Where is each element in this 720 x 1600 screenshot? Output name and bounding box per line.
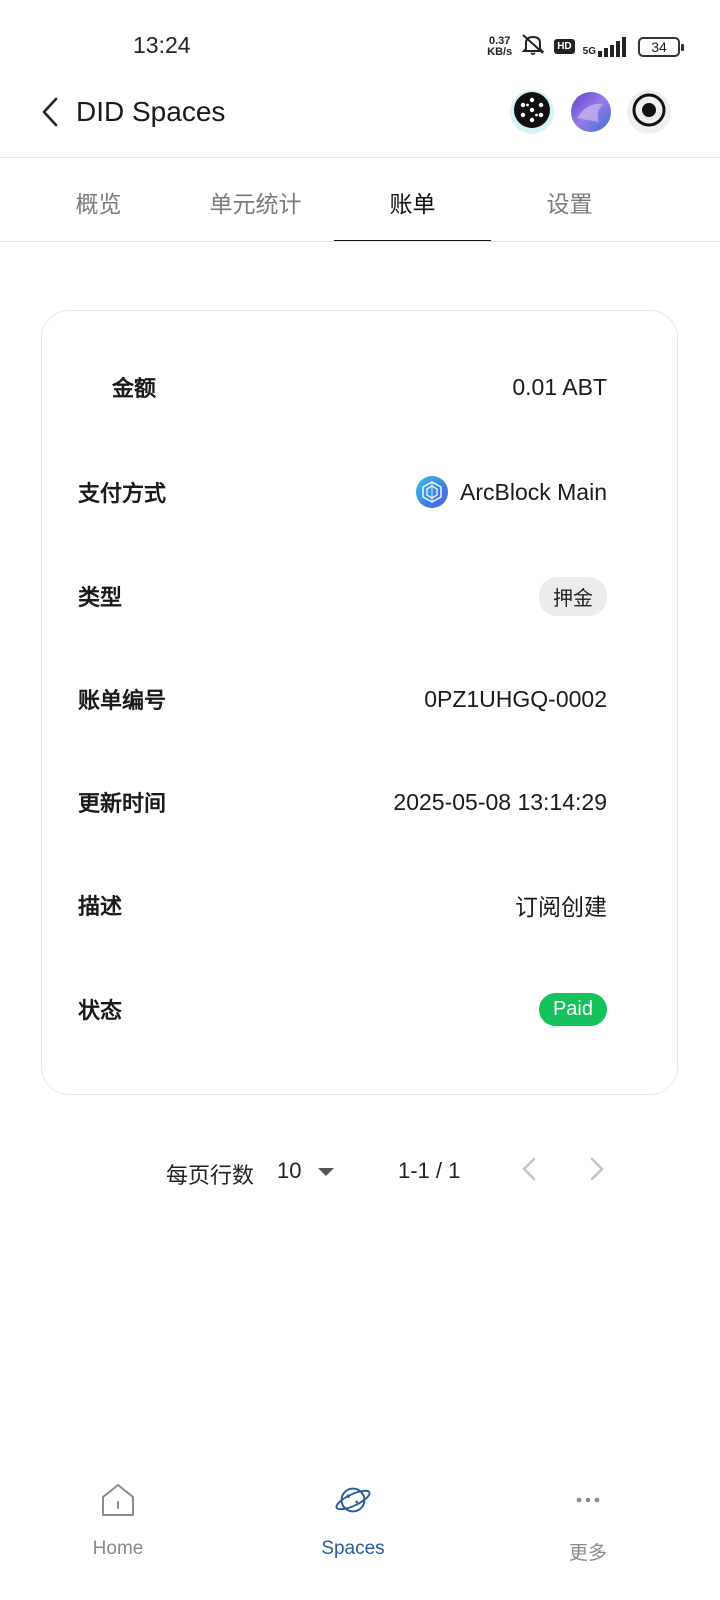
tabs-divider [0, 241, 720, 242]
mute-bell-icon [520, 32, 546, 61]
rows-per-page-label: 每页行数 [166, 1163, 255, 1188]
page-title: DID Spaces [76, 96, 226, 127]
nav-more-label: 更多 [568, 1543, 607, 1564]
signal-icon: 5G [582, 36, 630, 57]
payment-method-label: 支付方式 [78, 481, 167, 506]
net-speed-value: 0.37 [488, 34, 511, 47]
payment-method-text: ArcBlock Main [460, 478, 607, 505]
bill-number-value: 0PZ1UHGQ-0002 [424, 685, 607, 712]
page-range: 1-1 / 1 [398, 1158, 461, 1183]
amount-row: 金额 0.01 ABT [112, 367, 607, 407]
tab-unit-stats[interactable]: 单元统计 [177, 162, 334, 242]
type-label: 类型 [78, 585, 123, 610]
record-button[interactable] [627, 90, 671, 134]
back-button[interactable] [32, 96, 68, 132]
updated-time-value: 2025-05-08 13:14:29 [393, 788, 607, 815]
more-icon [568, 1480, 608, 1520]
description-row: 描述 订阅创建 [78, 885, 607, 925]
prev-page-button[interactable] [515, 1156, 543, 1186]
payment-method-row: 支付方式 ArcBlock Main [78, 472, 607, 512]
nav-spaces[interactable]: Spaces [273, 1480, 433, 1576]
tab-overview[interactable]: 概览 [20, 162, 177, 242]
status-bar: 13:24 0.37 KB/s HD 5G 34 [0, 0, 720, 90]
status-time: 13:24 [133, 32, 191, 58]
header-divider [0, 157, 720, 158]
tab-billing[interactable]: 账单 [334, 162, 491, 242]
nav-spaces-label: Spaces [321, 1538, 385, 1559]
amount-label: 金额 [112, 376, 157, 401]
bill-number-row: 账单编号 0PZ1UHGQ-0002 [78, 679, 607, 719]
status-badge: Paid [538, 992, 607, 1026]
nav-more[interactable]: 更多 [508, 1480, 668, 1576]
dropdown-arrow-icon[interactable] [314, 1160, 338, 1184]
type-row: 类型 押金 [78, 576, 607, 616]
chevron-left-icon [521, 1157, 537, 1186]
next-page-button[interactable] [583, 1156, 611, 1186]
updated-time-row: 更新时间 2025-05-08 13:14:29 [78, 782, 607, 822]
status-label: 状态 [78, 998, 123, 1023]
rows-per-page-select[interactable]: 10 [277, 1158, 301, 1184]
bill-number-label: 账单编号 [78, 688, 167, 713]
type-chip: 押金 [539, 576, 607, 616]
payment-method-value: ArcBlock Main [416, 476, 607, 508]
amount-value: 0.01 ABT [512, 373, 607, 400]
hd-badge: HD [554, 39, 575, 54]
pagination: 每页行数 10 1-1 / 1 [0, 1150, 720, 1194]
net-speed-unit: KB/s [487, 45, 513, 58]
nav-home-label: Home [92, 1538, 144, 1559]
app-header: DID Spaces [0, 80, 720, 160]
battery-level: 34 [651, 38, 667, 55]
app-grid-button[interactable] [510, 90, 554, 134]
updated-time-label: 更新时间 [78, 791, 167, 816]
home-icon [98, 1480, 138, 1520]
description-label: 描述 [78, 894, 123, 919]
net-speed: 0.37 KB/s [487, 34, 513, 58]
arcblock-chain-icon [416, 476, 449, 508]
tab-bar: 概览 单元统计 账单 设置 [20, 162, 700, 242]
back-icon [40, 97, 60, 132]
network-type: 5G [582, 45, 596, 57]
status-row: 状态 Paid [78, 989, 607, 1029]
status-indicators: 0.37 KB/s HD 5G 34 [487, 32, 684, 61]
tab-settings[interactable]: 设置 [491, 162, 648, 242]
bill-card: 金额 0.01 ABT 支付方式 ArcBlock Main 类型 押金 账单编… [41, 310, 678, 1095]
battery-indicator: 34 [638, 36, 684, 57]
planet-icon [333, 1480, 373, 1520]
record-icon [632, 93, 666, 132]
description-value: 订阅创建 [515, 894, 607, 920]
app-grid-icon [513, 91, 551, 134]
chevron-right-icon [589, 1157, 605, 1186]
nav-home[interactable]: Home [38, 1480, 198, 1576]
bottom-navigation: Home Spaces 更多 [0, 1470, 720, 1600]
avatar-icon [569, 92, 613, 138]
avatar-button[interactable] [569, 90, 613, 134]
